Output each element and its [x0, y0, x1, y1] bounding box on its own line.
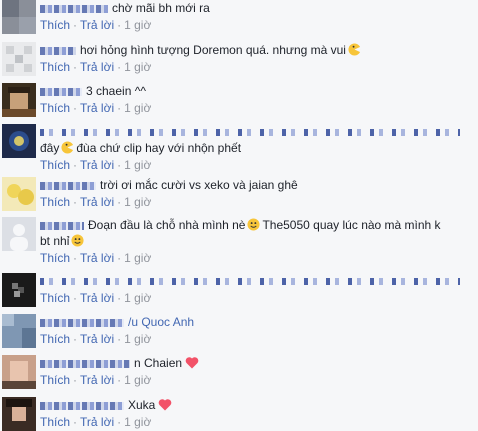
author-name[interactable] [40, 87, 82, 96]
comment-text-continued: The5050 quay lúc nào mà mình k [262, 218, 441, 232]
reply-link[interactable]: Trả lời [80, 101, 114, 115]
reply-link[interactable]: Trả lời [80, 195, 114, 209]
timestamp[interactable]: 1 giờ [124, 18, 151, 32]
comment-text: chờ mãi bh mới ra [112, 1, 210, 15]
reply-link[interactable]: Trả lời [80, 60, 114, 74]
like-link[interactable]: Thích [40, 251, 70, 265]
author-name[interactable] [40, 221, 84, 230]
timestamp[interactable]: 1 giờ [124, 158, 151, 172]
avatar[interactable] [2, 83, 36, 117]
comment-text: Xuka [128, 398, 156, 412]
pacman-emoji-icon [348, 43, 361, 56]
comment-text: 3 chaein ^^ [86, 84, 146, 98]
comment-text: n Chaien [134, 356, 183, 370]
timestamp[interactable]: 1 giờ [124, 101, 151, 115]
author-name[interactable] [40, 318, 124, 327]
author-name[interactable] [40, 401, 124, 410]
reply-link[interactable]: Trả lời [80, 373, 114, 387]
like-link[interactable]: Thích [40, 291, 70, 305]
avatar[interactable] [2, 124, 36, 158]
like-link[interactable]: Thích [40, 332, 70, 346]
comment-text: đây [40, 141, 60, 155]
heart-icon [158, 398, 172, 411]
timestamp[interactable]: 1 giờ [124, 60, 151, 74]
timestamp[interactable]: 1 giờ [124, 251, 151, 265]
comment-text: hơi hỏng hình tượng Doremon quá. nhưng m… [80, 43, 346, 57]
smile-emoji-icon [247, 218, 260, 231]
reply-link[interactable]: Trả lời [80, 251, 114, 265]
timestamp[interactable]: 1 giờ [124, 195, 151, 209]
timestamp[interactable]: 1 giờ [124, 373, 151, 387]
avatar[interactable] [2, 397, 36, 431]
pacman-emoji-icon [61, 141, 74, 154]
like-link[interactable]: Thích [40, 158, 70, 172]
comment-list: chờ mãi bh mới ra Thích · Trả lời · 1 giờ hơ… [0, 0, 478, 431]
avatar[interactable] [2, 273, 36, 307]
author-name[interactable] [40, 181, 96, 190]
author-name[interactable] [40, 4, 108, 13]
comment-text: trời ơi mắc cười vs xeko và jaian ghê [100, 178, 298, 192]
avatar[interactable] [2, 217, 36, 251]
avatar[interactable] [2, 42, 36, 76]
timestamp[interactable]: 1 giờ [124, 291, 151, 305]
heart-icon [185, 356, 199, 369]
smile-emoji-icon [71, 234, 84, 247]
like-link[interactable]: Thích [40, 18, 70, 32]
mentioned-user-link[interactable]: /u Quoc Anh [128, 315, 194, 329]
author-name[interactable] [40, 46, 76, 55]
avatar[interactable] [2, 314, 36, 348]
avatar[interactable] [2, 0, 36, 34]
like-link[interactable]: Thích [40, 60, 70, 74]
like-link[interactable]: Thích [40, 415, 70, 429]
like-link[interactable]: Thích [40, 101, 70, 115]
timestamp[interactable]: 1 giờ [124, 415, 151, 429]
comment-text-continued: bt nhỉ [40, 234, 70, 248]
reply-link[interactable]: Trả lời [80, 18, 114, 32]
avatar[interactable] [2, 177, 36, 211]
timestamp[interactable]: 1 giờ [124, 332, 151, 346]
reply-link[interactable]: Trả lời [80, 332, 114, 346]
like-link[interactable]: Thích [40, 373, 70, 387]
author-name[interactable] [40, 359, 130, 368]
author-name[interactable] [40, 278, 460, 286]
comment-text-continued: đùa chứ clip hay với nhộn phết [76, 141, 242, 155]
like-link[interactable]: Thích [40, 195, 70, 209]
reply-link[interactable]: Trả lời [80, 291, 114, 305]
reply-link[interactable]: Trả lời [80, 415, 114, 429]
reply-link[interactable]: Trả lời [80, 158, 114, 172]
comment-text: Đoạn đầu là chỗ nhà mình nè [88, 218, 246, 232]
avatar[interactable] [2, 355, 36, 389]
author-name[interactable] [40, 129, 460, 137]
